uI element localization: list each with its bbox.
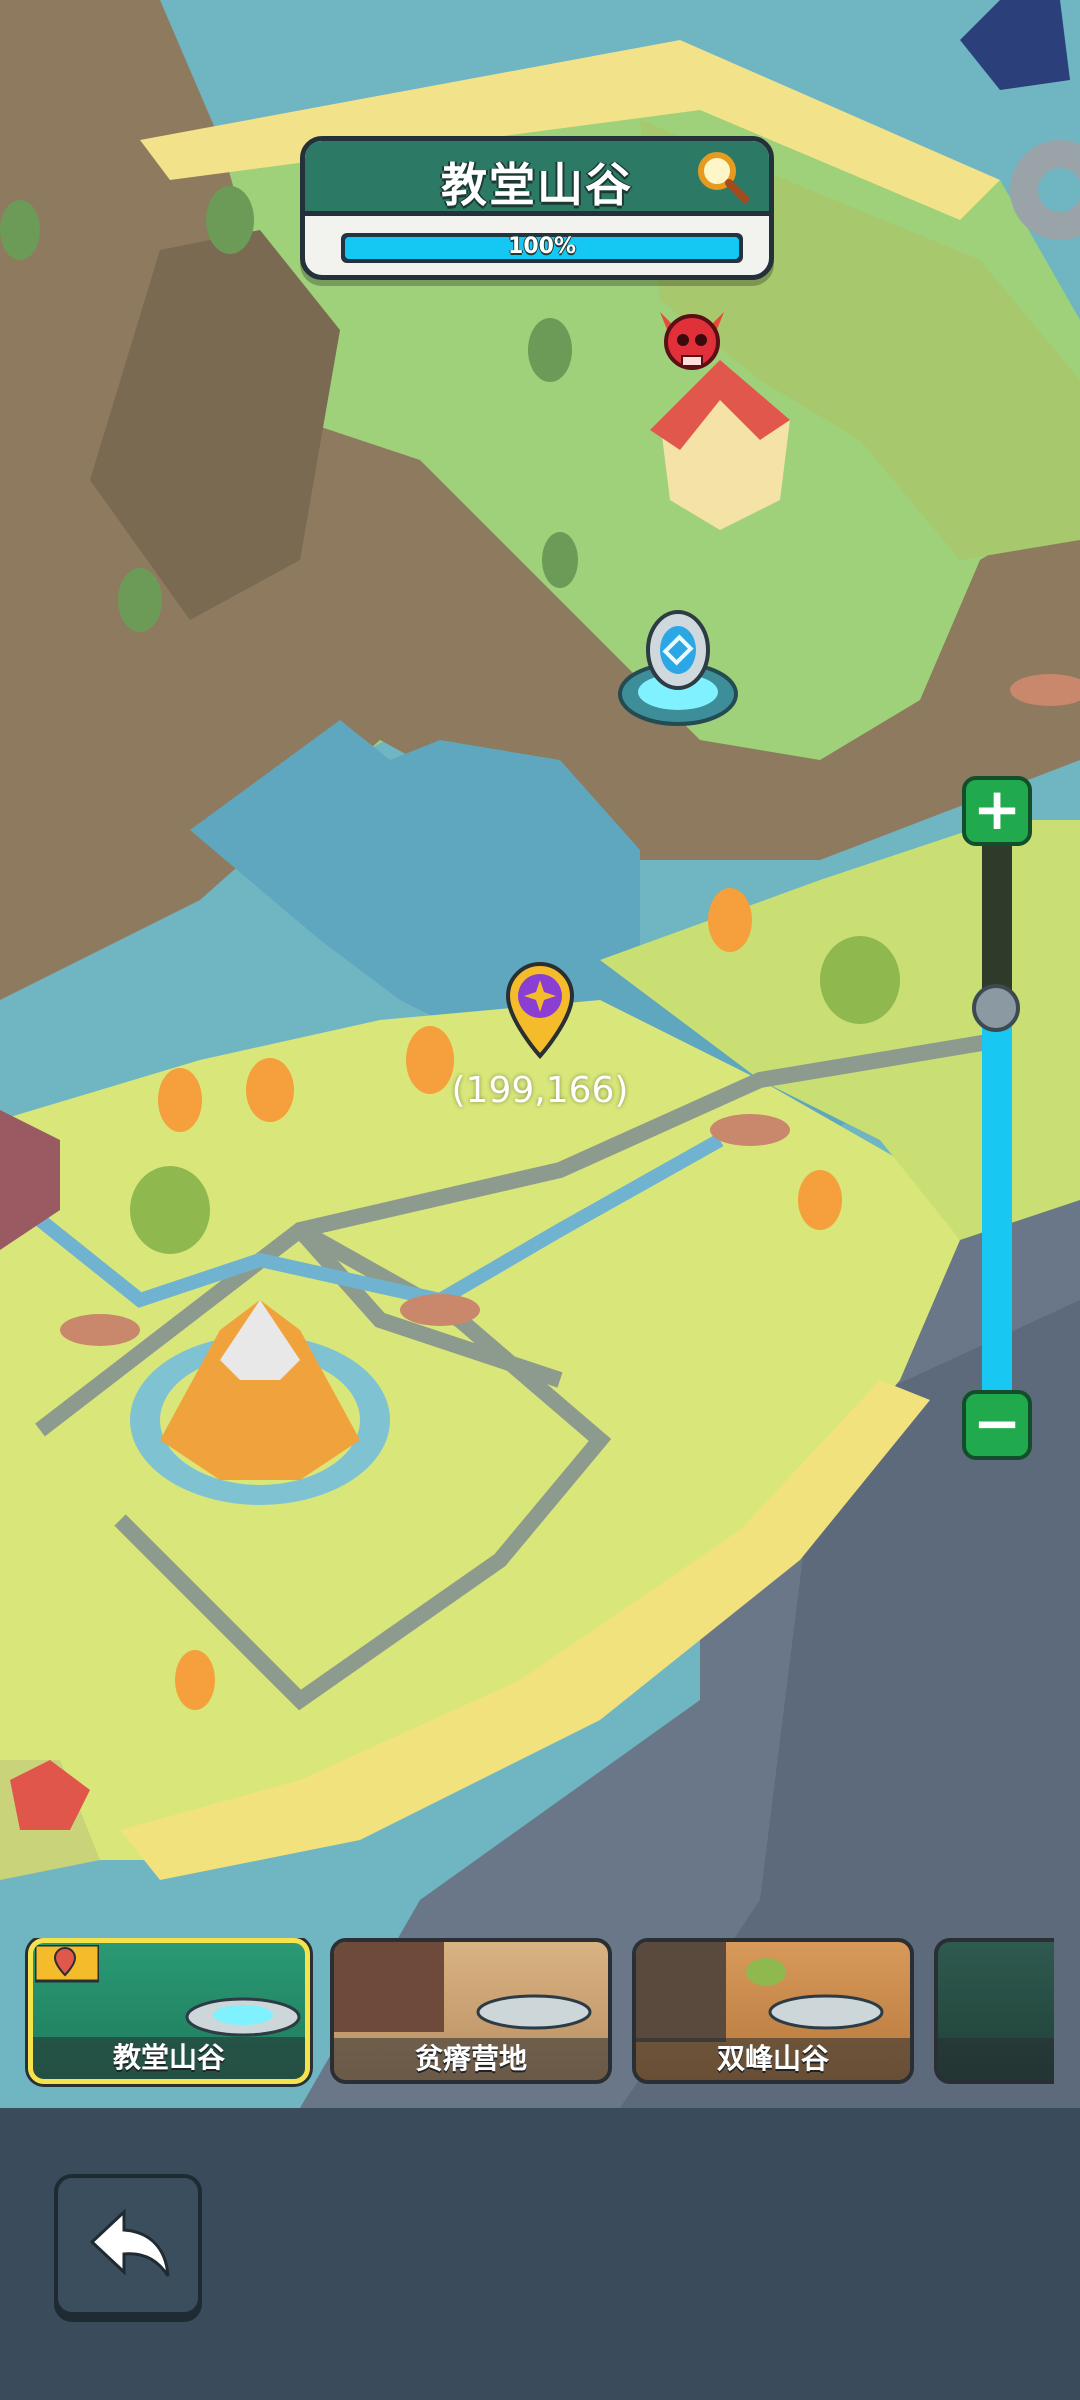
teleport-portal-icon[interactable]	[616, 608, 740, 732]
region-card-label: 双峰山谷	[636, 2038, 910, 2080]
progress-text: 100%	[508, 234, 576, 259]
coordinate-label: (199,166)	[451, 1070, 629, 1111]
region-card-barren-camp[interactable]: 贫瘠营地	[330, 1938, 612, 2084]
region-card-header: 教堂山谷	[305, 141, 769, 216]
barren-camp-thumbnail	[334, 1942, 592, 2032]
region-progress-bar: 100%	[341, 233, 743, 263]
region-selector: 教堂山谷 贫瘠营地 双峰山谷 污	[0, 1938, 1054, 2088]
region-card-label: 污	[938, 2038, 1054, 2080]
zoom-slider-handle[interactable]	[972, 984, 1020, 1032]
region-card-label: 贫瘠营地	[334, 2038, 608, 2080]
zoom-slider-fill	[982, 1008, 1012, 1400]
zoom-out-button[interactable]: −	[962, 1390, 1032, 1460]
current-location-flag-icon	[35, 1945, 99, 1983]
purple-location-pin-icon[interactable]	[502, 960, 578, 1060]
back-arrow-icon	[89, 2208, 170, 2277]
magnifier-icon[interactable]	[695, 149, 751, 205]
back-button[interactable]	[54, 2174, 202, 2316]
red-demon-skull-icon[interactable]	[652, 302, 732, 382]
region-card-label: 教堂山谷	[33, 2037, 305, 2079]
zoom-in-button[interactable]: +	[962, 776, 1032, 846]
region-title-card: 教堂山谷 100%	[300, 136, 774, 280]
region-card-twin-peak-valley[interactable]: 双峰山谷	[632, 1938, 914, 2084]
twin-peak-thumbnail	[636, 1942, 884, 2042]
region-card-chapel-valley[interactable]: 教堂山谷	[28, 1938, 310, 2084]
portal-thumbnail-icon	[185, 1997, 301, 2037]
world-map[interactable]: 教堂山谷 100% (199,166) + − 教堂山谷 贫瘠营地 双峰山谷	[0, 0, 1080, 2108]
region-card-polluted[interactable]: 污	[934, 1938, 1054, 2084]
